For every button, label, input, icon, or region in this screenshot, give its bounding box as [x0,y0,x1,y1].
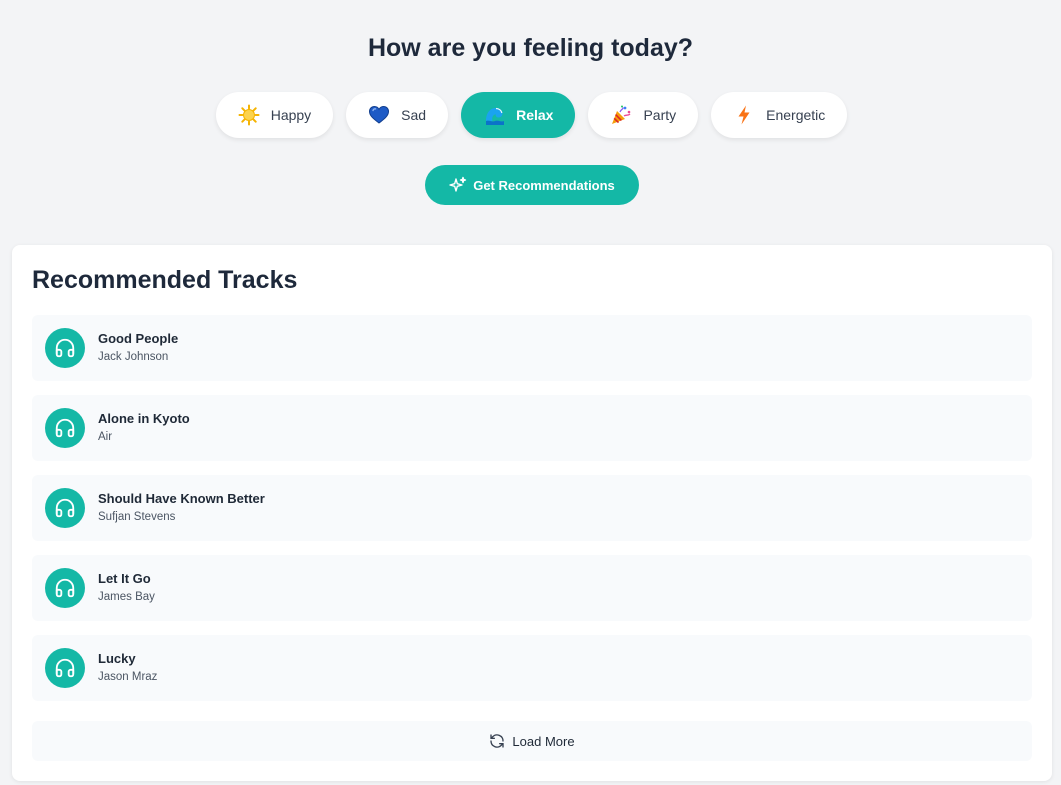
track-name: Let It Go [98,571,151,586]
page-title: How are you feeling today? [367,34,694,62]
mood-label: Relax [516,107,554,123]
track-row[interactable]: Alone in Kyoto Air [32,395,1032,461]
mood-label: Happy [270,107,312,123]
headphones-icon [45,648,85,688]
headphones-icon [45,408,85,448]
mood-party-button[interactable]: Party [588,92,699,138]
headphones-icon [45,568,85,608]
mood-relax-button[interactable]: Relax [461,92,576,138]
sparkles-icon [449,176,467,194]
mood-selector: Happy Sad Relax Party Energetic [0,92,1061,138]
track-list: Good People Jack Johnson Alone in Kyoto … [32,315,1032,715]
track-artist: Jason Mraz [98,671,158,683]
track-artist: Air [98,431,113,443]
wave-icon [483,104,505,126]
track-name: Lucky [98,651,136,666]
refresh-icon [489,733,505,749]
recommendations-title: Recommended Tracks [32,266,298,294]
track-row[interactable]: Good People Jack Johnson [32,315,1032,381]
track-artist: Sufjan Stevens [98,511,176,523]
sun-icon [238,104,260,126]
track-artist: James Bay [98,591,155,603]
track-row[interactable]: Let It Go James Bay [32,555,1032,621]
headphones-icon [45,328,85,368]
mood-happy-button[interactable]: Happy [215,92,334,138]
blue-heart-icon [368,104,390,126]
load-more-button[interactable]: Load More [32,721,1032,761]
mood-energetic-button[interactable]: Energetic [711,92,848,138]
mood-sad-button[interactable]: Sad [346,92,449,138]
recommendations-card: Recommended Tracks Good People Jack John… [12,245,1052,781]
track-row[interactable]: Lucky Jason Mraz [32,635,1032,701]
get-recommendations-button[interactable]: Get Recommendations [425,165,639,205]
mood-label: Energetic [766,107,826,123]
lightning-icon [733,104,755,126]
track-name: Good People [98,331,179,346]
track-name: Alone in Kyoto [98,411,190,426]
mood-label: Sad [401,107,427,123]
track-name: Should Have Known Better [98,491,265,506]
load-more-label: Load More [512,733,575,749]
party-popper-icon [610,104,632,126]
headphones-icon [45,488,85,528]
cta-label: Get Recommendations [473,177,615,193]
track-row[interactable]: Should Have Known Better Sufjan Stevens [32,475,1032,541]
mood-label: Party [643,107,677,123]
track-artist: Jack Johnson [98,351,169,363]
